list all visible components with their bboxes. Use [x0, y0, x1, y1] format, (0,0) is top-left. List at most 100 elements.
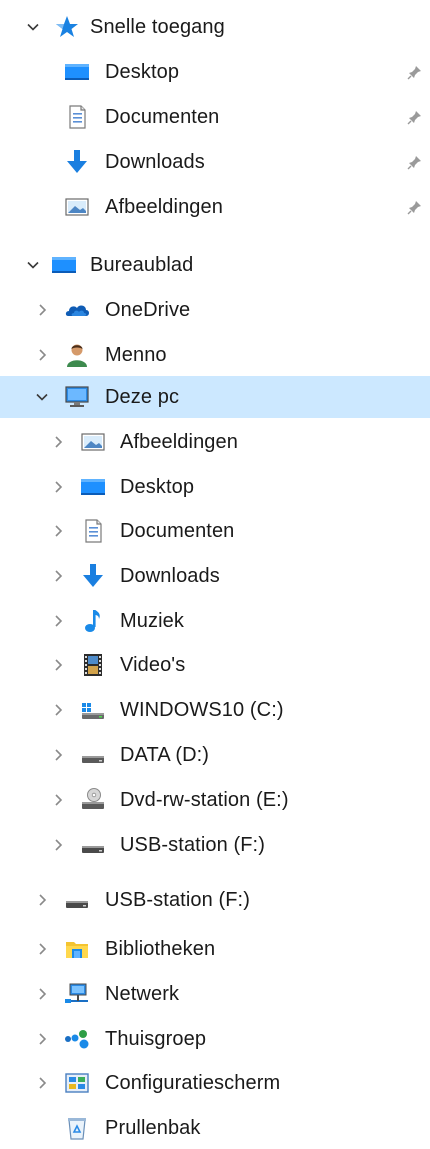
dvd-drive-icon — [79, 786, 107, 814]
chevron-right-icon[interactable] — [32, 300, 52, 320]
tree-item-label: Afbeeldingen — [120, 430, 238, 453]
tree-item-label: Downloads — [120, 564, 220, 587]
tree-item-quick-downloads[interactable]: Downloads — [0, 141, 430, 183]
drive-icon — [79, 741, 107, 769]
onedrive-icon — [63, 296, 91, 324]
tree-item-homegroup[interactable]: Thuisgroep — [0, 1018, 430, 1060]
tree-item-label: Bibliotheken — [105, 937, 216, 960]
tree-item-network[interactable]: Netwerk — [0, 973, 430, 1015]
homegroup-icon — [63, 1025, 91, 1053]
desktop-icon — [79, 473, 107, 501]
tree-item-label: WINDOWS10 (C:) — [120, 698, 284, 721]
pin-icon[interactable] — [406, 63, 424, 81]
tree-item-control-panel[interactable]: Configuratiescherm — [0, 1062, 430, 1104]
tree-item-label: Desktop — [120, 475, 195, 498]
chevron-right-icon[interactable] — [32, 939, 52, 959]
computer-icon — [63, 383, 91, 411]
tree-item-onedrive[interactable]: OneDrive — [0, 289, 430, 331]
tree-item-label: Prullenbak — [105, 1116, 201, 1139]
pin-icon[interactable] — [406, 153, 424, 171]
tree-item-label: Documenten — [105, 105, 220, 128]
tree-item-desktop-root[interactable]: Bureaublad — [0, 244, 430, 286]
tree-item-label: Documenten — [120, 519, 235, 542]
recycle-bin-icon — [63, 1114, 91, 1142]
star-icon — [53, 13, 81, 41]
chevron-right-icon[interactable] — [32, 1029, 52, 1049]
desktop-icon — [63, 58, 91, 86]
tree-item-label: Afbeeldingen — [105, 195, 223, 218]
tree-item-pc-desktop[interactable]: Desktop — [0, 466, 430, 508]
tree-item-label: Configuratiescherm — [105, 1071, 281, 1094]
pin-icon[interactable] — [406, 198, 424, 216]
tree-item-label: Deze pc — [105, 385, 180, 408]
libraries-icon — [63, 935, 91, 963]
tree-item-label: Downloads — [105, 150, 205, 173]
pin-icon[interactable] — [406, 108, 424, 126]
tree-item-usb-station[interactable]: USB-station (F:) — [0, 879, 430, 921]
chevron-right-icon[interactable] — [32, 984, 52, 1004]
tree-item-label: Bureaublad — [90, 253, 194, 276]
tree-item-label: DATA (D:) — [120, 743, 210, 766]
navigation-tree: Snelle toegang Desktop Documenten Downlo… — [0, 0, 430, 1140]
usb-drive-icon — [79, 831, 107, 859]
tree-item-pc-pictures[interactable]: Afbeeldingen — [0, 421, 430, 463]
tree-item-label: USB-station (F:) — [120, 833, 265, 856]
chevron-right-icon[interactable] — [48, 745, 68, 765]
chevron-down-icon[interactable] — [32, 387, 52, 407]
tree-item-recycle-bin[interactable]: Prullenbak — [0, 1107, 430, 1149]
tree-item-label: Muziek — [120, 609, 184, 632]
document-icon — [79, 517, 107, 545]
tree-item-label: OneDrive — [105, 298, 191, 321]
tree-item-pc-downloads[interactable]: Downloads — [0, 555, 430, 597]
chevron-right-icon[interactable] — [32, 890, 52, 910]
tree-item-pc-music[interactable]: Muziek — [0, 600, 430, 642]
pictures-icon — [63, 193, 91, 221]
tree-item-label: Thuisgroep — [105, 1027, 207, 1050]
tree-item-pc-documents[interactable]: Documenten — [0, 510, 430, 552]
chevron-right-icon[interactable] — [32, 345, 52, 365]
usb-drive-icon — [63, 886, 91, 914]
tree-item-pc-drive-e[interactable]: Dvd-rw-station (E:) — [0, 779, 430, 821]
chevron-down-icon[interactable] — [23, 255, 43, 275]
download-icon — [63, 148, 91, 176]
network-icon — [63, 980, 91, 1008]
chevron-right-icon[interactable] — [48, 521, 68, 541]
tree-item-label: USB-station (F:) — [105, 888, 250, 911]
windows-drive-icon — [79, 696, 107, 724]
chevron-right-icon[interactable] — [48, 611, 68, 631]
chevron-right-icon[interactable] — [48, 655, 68, 675]
chevron-right-icon[interactable] — [32, 1073, 52, 1093]
tree-item-pc-drive-c[interactable]: WINDOWS10 (C:) — [0, 689, 430, 731]
tree-item-label: Snelle toegang — [90, 15, 225, 38]
user-icon — [63, 341, 91, 369]
tree-item-label: Menno — [105, 343, 167, 366]
tree-item-libraries[interactable]: Bibliotheken — [0, 928, 430, 970]
tree-item-label: Video's — [120, 653, 186, 676]
chevron-right-icon[interactable] — [48, 477, 68, 497]
tree-item-this-pc[interactable]: Deze pc — [0, 376, 430, 418]
tree-item-label: Netwerk — [105, 982, 180, 1005]
chevron-right-icon[interactable] — [48, 432, 68, 452]
document-icon — [63, 103, 91, 131]
tree-item-user[interactable]: Menno — [0, 334, 430, 376]
control-panel-icon — [63, 1069, 91, 1097]
chevron-right-icon[interactable] — [48, 566, 68, 586]
music-icon — [79, 607, 107, 635]
tree-item-quick-documents[interactable]: Documenten — [0, 96, 430, 138]
tree-item-pc-drive-d[interactable]: DATA (D:) — [0, 734, 430, 776]
tree-item-quick-desktop[interactable]: Desktop — [0, 51, 430, 93]
desktop-icon — [50, 251, 78, 279]
tree-item-quick-access[interactable]: Snelle toegang — [0, 6, 430, 48]
chevron-down-icon[interactable] — [23, 17, 43, 37]
chevron-right-icon[interactable] — [48, 790, 68, 810]
video-icon — [79, 651, 107, 679]
chevron-right-icon[interactable] — [48, 700, 68, 720]
tree-item-label: Dvd-rw-station (E:) — [120, 788, 289, 811]
download-icon — [79, 562, 107, 590]
tree-item-pc-drive-f[interactable]: USB-station (F:) — [0, 824, 430, 866]
tree-item-pc-videos[interactable]: Video's — [0, 644, 430, 686]
pictures-icon — [79, 428, 107, 456]
tree-item-label: Desktop — [105, 60, 180, 83]
tree-item-quick-pictures[interactable]: Afbeeldingen — [0, 186, 430, 228]
chevron-right-icon[interactable] — [48, 835, 68, 855]
